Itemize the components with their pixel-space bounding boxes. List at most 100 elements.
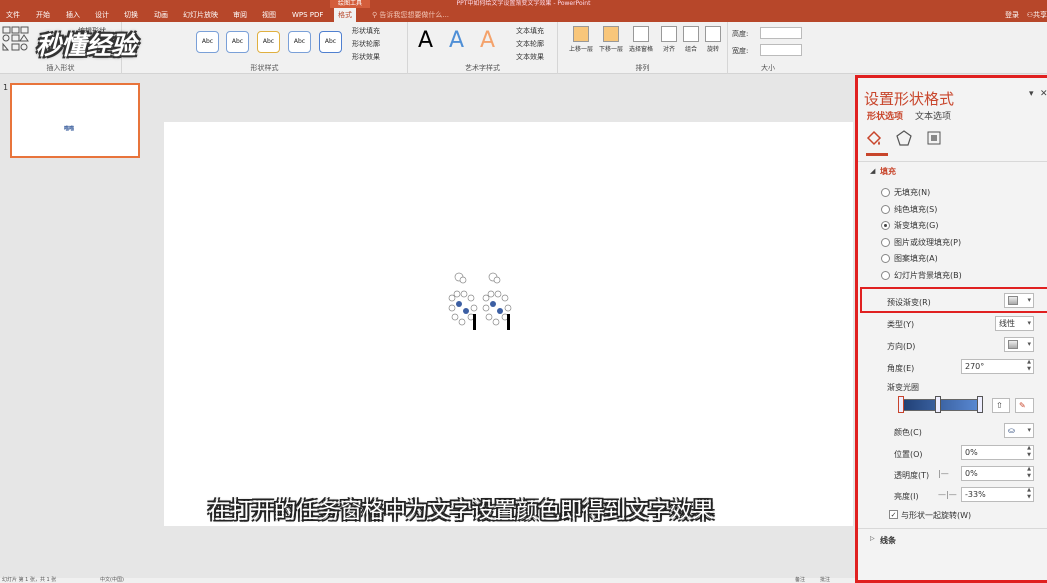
radio-pattern-fill[interactable]: [881, 254, 890, 263]
shape-outline-button[interactable]: 形状轮廓: [352, 39, 380, 49]
tab-file[interactable]: 文件: [6, 8, 20, 22]
status-bar: 幻灯片 第 1 张，共 1 张 中文(中国) 备注 批注: [0, 576, 855, 583]
comments-button[interactable]: 批注: [820, 576, 830, 583]
wordart-blue[interactable]: A: [449, 28, 464, 54]
text-outline-button[interactable]: 文本轮廓: [516, 39, 544, 49]
angle-label: 角度(E): [887, 364, 915, 373]
selected-wordart-text[interactable]: [447, 270, 527, 340]
tab-home[interactable]: 开始: [36, 8, 50, 22]
type-dropdown[interactable]: 线性 ▾: [995, 316, 1034, 331]
slide-number: 1: [3, 83, 9, 92]
language-indicator: 中文(中国): [100, 577, 124, 583]
add-stop-icon: ⇧: [996, 401, 1003, 410]
preset-gradient-label: 预设渐变(R): [887, 298, 931, 307]
tab-shape-options[interactable]: 形状选项: [867, 109, 903, 122]
size-properties-icon[interactable]: [924, 128, 944, 148]
login-link[interactable]: 登录: [1005, 8, 1019, 22]
direction-dropdown[interactable]: ▾: [1004, 337, 1034, 352]
tab-view[interactable]: 视图: [262, 8, 276, 22]
spinner-arrows-icon[interactable]: ▲ ▼: [1027, 466, 1031, 480]
tab-text-options[interactable]: 文本选项: [915, 109, 951, 122]
fill-line-icon[interactable]: [864, 128, 884, 148]
height-label: 高度:: [732, 30, 749, 38]
transparency-slider[interactable]: |—: [938, 469, 949, 478]
send-backward-button[interactable]: 下移一层: [596, 26, 626, 62]
label-pattern-fill: 图案填充(A): [894, 254, 938, 263]
tab-format[interactable]: 格式: [334, 8, 356, 22]
chevron-down-icon: ▾: [1027, 296, 1031, 304]
line-section-header[interactable]: 线条: [880, 535, 896, 546]
color-dropdown[interactable]: ⛀ ▾: [1004, 423, 1034, 438]
bring-forward-button[interactable]: 上移一层: [566, 26, 596, 62]
radio-solid-fill[interactable]: [881, 205, 890, 214]
chevron-down-icon: ▾: [1027, 319, 1031, 327]
ribbon-tab-bar: 文件 开始 插入 设计 切换 动画 幻灯片放映 审阅 视图 WPS PDF 格式…: [0, 8, 1047, 22]
style-abc-4[interactable]: Abc: [288, 31, 311, 53]
collapse-fill-icon[interactable]: ◢: [870, 167, 875, 175]
radio-no-fill[interactable]: [881, 188, 890, 197]
share-button[interactable]: ⚇共享: [1027, 8, 1047, 22]
brightness-slider[interactable]: —|—: [938, 490, 957, 499]
style-abc-2[interactable]: Abc: [226, 31, 249, 53]
pane-options-button[interactable]: ▾: [1029, 89, 1034, 99]
angle-input[interactable]: 270° ▲ ▼: [961, 359, 1034, 374]
spinner-arrows-icon[interactable]: ▲ ▼: [1027, 359, 1031, 373]
fill-section-header[interactable]: 填充: [880, 166, 896, 177]
gradient-bar[interactable]: [900, 399, 982, 411]
group-arrange: 上移一层 下移一层 选择窗格 对齐 组合 旋转 排列: [558, 22, 728, 74]
radio-slide-bg-fill[interactable]: [881, 271, 890, 280]
brightness-input[interactable]: -33% ▲ ▼: [961, 487, 1034, 502]
shape-gallery-icon[interactable]: [2, 26, 38, 56]
pane-title: 设置形状格式: [864, 90, 955, 108]
rotate-with-shape-checkbox[interactable]: ✓: [889, 510, 898, 519]
preset-gradient-dropdown[interactable]: ▾: [1004, 293, 1034, 308]
spinner-arrows-icon[interactable]: ▲ ▼: [1027, 445, 1031, 459]
pane-close-button[interactable]: ✕: [1040, 89, 1047, 99]
tab-wps-pdf[interactable]: WPS PDF: [292, 8, 323, 22]
gradient-stop-2[interactable]: [935, 396, 941, 413]
style-abc-1[interactable]: Abc: [196, 31, 219, 53]
height-input[interactable]: [760, 27, 802, 39]
thumbnail-text: 喵喵: [64, 126, 75, 132]
window-title: PPT中如何给文字设置渐变文字效果 - PowerPoint: [456, 0, 591, 7]
gradient-stops-label: 渐变光圈: [887, 383, 919, 392]
text-fill-button[interactable]: 文本填充: [516, 26, 544, 36]
tab-slideshow[interactable]: 幻灯片放映: [183, 8, 218, 22]
tab-review[interactable]: 审阅: [233, 8, 247, 22]
slide-thumbnail-pane: 1 喵喵: [0, 75, 150, 578]
radio-gradient-fill[interactable]: [881, 221, 890, 230]
gradient-stop-1[interactable]: [898, 396, 904, 413]
expand-line-icon[interactable]: ▷: [870, 535, 875, 542]
wordart-orange[interactable]: A: [480, 28, 495, 54]
context-tab-drawing-tools: 绘图工具: [330, 0, 370, 8]
label-solid-fill: 纯色填充(S): [894, 205, 938, 214]
bring-forward-icon: [573, 26, 589, 42]
gradient-stop-3[interactable]: [977, 396, 983, 413]
notes-button[interactable]: 备注: [795, 576, 805, 583]
tab-design[interactable]: 设计: [95, 8, 109, 22]
style-abc-3[interactable]: Abc: [257, 31, 280, 53]
remove-stop-button[interactable]: ✎: [1015, 398, 1034, 413]
wordart-black[interactable]: A: [418, 28, 433, 54]
add-stop-button[interactable]: ⇧: [992, 398, 1010, 413]
position-input[interactable]: 0% ▲ ▼: [961, 445, 1034, 460]
tab-animations[interactable]: 动画: [154, 8, 168, 22]
tab-insert[interactable]: 插入: [66, 8, 80, 22]
tell-me-box[interactable]: ⚲ 告诉我您想要做什么...: [372, 8, 449, 22]
rotate-icon: [705, 26, 721, 42]
transparency-input[interactable]: 0% ▲ ▼: [961, 466, 1034, 481]
shape-fill-button[interactable]: 形状填充: [352, 26, 380, 36]
radio-picture-fill[interactable]: [881, 238, 890, 247]
color-label: 颜色(C): [894, 428, 922, 437]
spinner-arrows-icon[interactable]: ▲ ▼: [1027, 487, 1031, 501]
text-effects-button[interactable]: 文本效果: [516, 52, 544, 62]
shape-effects-button[interactable]: 形状效果: [352, 52, 380, 62]
selection-pane-button[interactable]: 选择窗格: [626, 26, 656, 62]
width-input[interactable]: [760, 44, 802, 56]
rotate-button[interactable]: 旋转: [698, 26, 728, 62]
slide[interactable]: [164, 122, 853, 526]
slide-thumbnail[interactable]: 喵喵: [10, 83, 140, 158]
effects-pentagon-icon[interactable]: [894, 128, 914, 148]
style-abc-5[interactable]: Abc: [319, 31, 342, 53]
tab-transitions[interactable]: 切换: [124, 8, 138, 22]
